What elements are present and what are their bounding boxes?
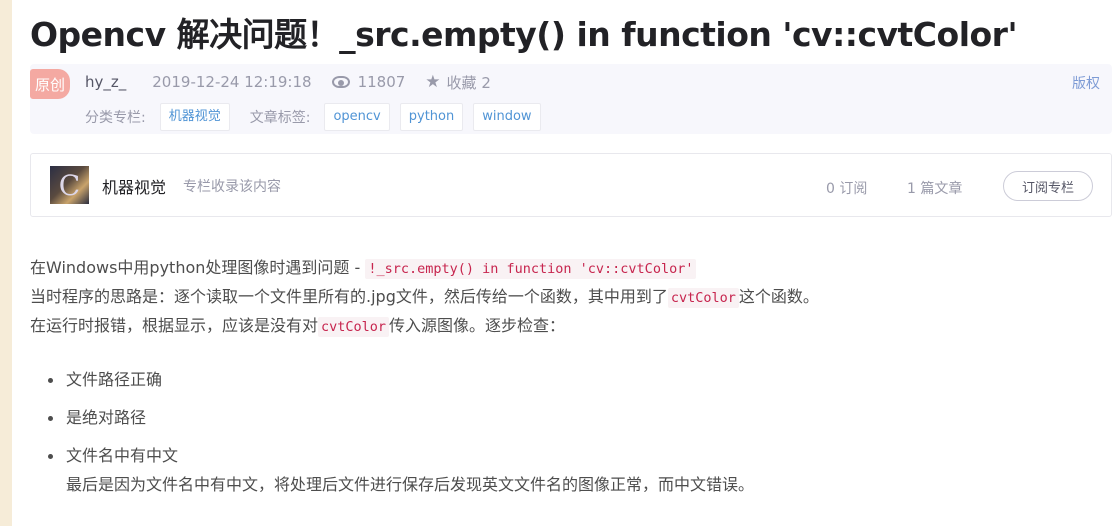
tag-python[interactable]: python xyxy=(399,103,464,131)
tag-window[interactable]: window xyxy=(473,103,541,131)
inline-code-error: !_src.empty() in function 'cv::cvtColor' xyxy=(365,259,697,279)
list-item: 文件名中有中文最后是因为文件名中有中文，将处理后文件进行保存后发现英文文件名的图… xyxy=(30,442,754,494)
paragraph-3-text: 在运行时报错，根据显示，应该是没有对 xyxy=(30,316,319,335)
paragraph-2: 当时程序的思路是：逐个读取一个文件里所有的.jpg文件，然后传给一个函数，其中用… xyxy=(30,284,1110,313)
eye-icon xyxy=(331,76,350,88)
column-thumbnail[interactable]: C xyxy=(50,166,89,204)
paragraph-2-text-end: 这个函数。 xyxy=(738,287,819,306)
paragraph-1-text: 在Windows中用python处理图像时遇到问题 - xyxy=(30,258,366,277)
subscribe-column-button[interactable]: 订阅专栏 xyxy=(1003,171,1093,201)
tags-label: 文章标签: xyxy=(249,110,311,126)
view-count-value: 11807 xyxy=(357,73,406,91)
tag-opencv[interactable]: opencv xyxy=(324,103,390,131)
article-title: Opencv 解决问题！_src.empty() in function 'cv… xyxy=(30,15,1018,54)
column-subscribers: 0 订阅 xyxy=(826,181,868,197)
column-card: C 机器视觉 专栏收录该内容 0 订阅 1 篇文章 订阅专栏 xyxy=(30,153,1112,217)
list-item-text: 文件名中有中文 xyxy=(66,446,179,465)
copyright-link[interactable]: 版权 xyxy=(1072,73,1100,93)
article-page: Opencv 解决问题！_src.empty() in function 'cv… xyxy=(12,0,1119,526)
original-badge: 原创 xyxy=(30,69,70,99)
article-content: 在Windows中用python处理图像时遇到问题 - !_src.empty(… xyxy=(30,255,1110,342)
list-item-text: 文件路径正确 xyxy=(66,370,163,389)
category-tag[interactable]: 机器视觉 xyxy=(159,103,230,131)
column-name[interactable]: 机器视觉 xyxy=(102,174,166,198)
column-article-count: 1 篇文章 xyxy=(907,181,963,197)
publish-date: 2019-12-24 12:19:18 xyxy=(152,73,312,91)
list-item-text: 是绝对路径 xyxy=(66,408,147,427)
list-item: 文件路径正确 xyxy=(30,366,754,404)
view-count: 11807 xyxy=(331,73,406,91)
paragraph-3: 在运行时报错，根据显示，应该是没有对 cvtColor 传入源图像。逐步检查： xyxy=(30,313,1110,342)
inline-code-cvtcolor: cvtColor xyxy=(667,288,739,308)
favorite-button[interactable]: ★ 收藏 2 xyxy=(425,72,491,93)
favorite-label: 收藏 2 xyxy=(446,73,491,92)
category-label: 分类专栏: xyxy=(85,110,146,126)
list-item: 是绝对路径 xyxy=(30,404,754,442)
paragraph-3-text-end: 传入源图像。逐步检查： xyxy=(389,316,566,335)
column-description: 专栏收录该内容 xyxy=(183,179,281,195)
conclusion-text: 最后是因为文件名中有中文，将处理后文件进行保存后发现英文文件名的图像正常，而中文… xyxy=(66,475,755,494)
article-meta: 原创 hy_z_ 2019-12-24 12:19:18 11807 ★ 收藏 … xyxy=(30,64,1112,134)
author-link[interactable]: hy_z_ xyxy=(85,73,126,91)
inline-code-cvtcolor-2: cvtColor xyxy=(318,317,390,337)
paragraph-1: 在Windows中用python处理图像时遇到问题 - !_src.empty(… xyxy=(30,255,1110,284)
check-list: 文件路径正确 是绝对路径 文件名中有中文最后是因为文件名中有中文，将处理后文件进… xyxy=(30,366,754,494)
star-icon: ★ xyxy=(425,72,441,92)
paragraph-2-text: 当时程序的思路是：逐个读取一个文件里所有的.jpg文件，然后传给一个函数，其中用… xyxy=(30,287,668,306)
